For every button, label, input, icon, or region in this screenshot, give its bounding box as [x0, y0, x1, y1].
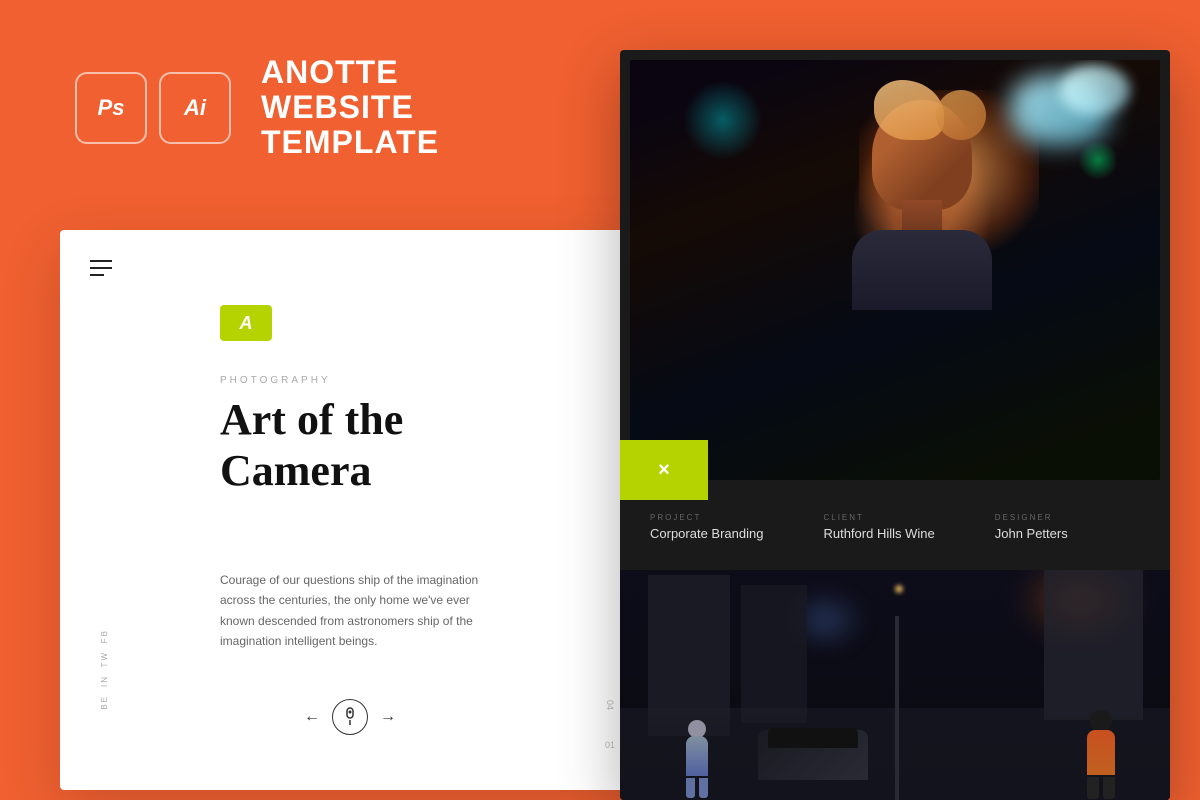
nav-arrows: ← →: [304, 699, 396, 735]
designer-info: DESIGNER John Petters: [995, 513, 1068, 541]
dark-panel: × PROJECT Corporate Branding CLIENT Ruth…: [620, 50, 1170, 800]
info-strip: PROJECT Corporate Branding CLIENT Ruthfo…: [620, 495, 1170, 559]
scroll-indicator: [332, 699, 368, 735]
software-icons: Ps Ai: [75, 72, 231, 144]
social-links: FB TW IN BE: [100, 629, 109, 710]
page-total: 04: [605, 700, 615, 710]
client-label: CLIENT: [823, 513, 934, 522]
close-button[interactable]: ×: [620, 440, 708, 500]
social-be[interactable]: BE: [100, 695, 109, 710]
project-info: PROJECT Corporate Branding: [650, 513, 763, 541]
project-value: Corporate Branding: [650, 526, 763, 541]
social-fb[interactable]: FB: [100, 629, 109, 643]
social-in[interactable]: IN: [100, 675, 109, 687]
photoshop-icon: Ps: [75, 72, 147, 144]
project-label: PROJECT: [650, 513, 763, 522]
social-tw[interactable]: TW: [100, 651, 109, 667]
illustrator-icon: Ai: [159, 72, 231, 144]
designer-value: John Petters: [995, 526, 1068, 541]
description-text: Courage of our questions ship of the ima…: [220, 570, 490, 652]
brand-title: ANOTTE WEBSITE TEMPLATE: [261, 55, 439, 161]
street-image: [620, 570, 1170, 800]
client-value: Ruthford Hills Wine: [823, 526, 934, 541]
green-dot: [1078, 140, 1118, 180]
header-area: Ps Ai ANOTTE WEBSITE TEMPLATE: [75, 55, 439, 161]
page-current: 01: [605, 740, 615, 750]
white-card: A PHOTOGRAPHY Art of the Camera Courage …: [60, 230, 640, 790]
category-label: PHOTOGRAPHY: [220, 375, 331, 386]
main-title: Art of the Camera: [220, 395, 403, 496]
arrow-right-icon[interactable]: →: [380, 708, 396, 726]
hamburger-menu[interactable]: [90, 260, 112, 276]
logo-badge: A: [220, 305, 272, 341]
arrow-left-icon[interactable]: ←: [304, 708, 320, 726]
portrait-image: [630, 60, 1160, 480]
cyan-light: [683, 80, 763, 160]
designer-label: DESIGNER: [995, 513, 1068, 522]
client-info: CLIENT Ruthford Hills Wine: [823, 513, 934, 541]
